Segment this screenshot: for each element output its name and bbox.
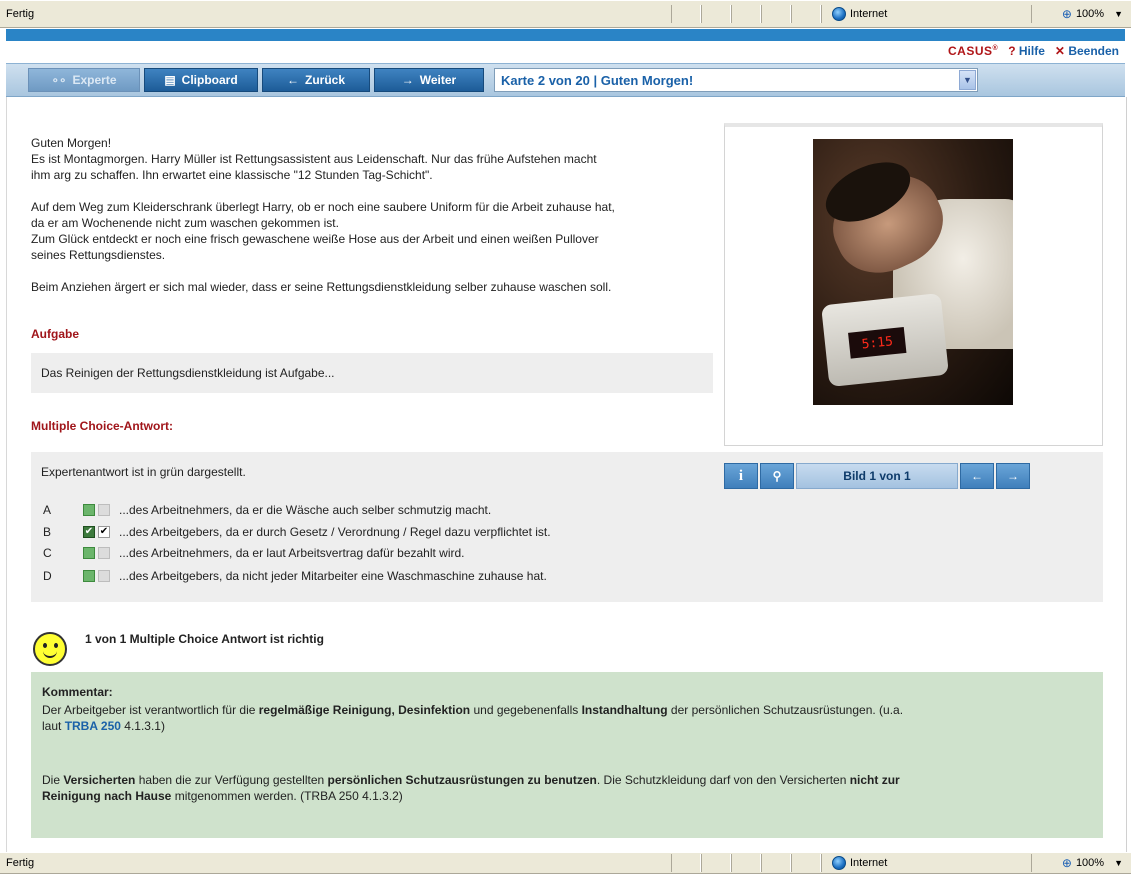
expert-icon: ∘∘ (51, 73, 67, 87)
globe-icon (832, 7, 846, 21)
info-icon: i (738, 467, 744, 484)
magnifier-icon: ⚲ (772, 469, 782, 483)
expert-checkbox-checked: ✔ (83, 526, 95, 538)
clipboard-icon: ▤ (164, 73, 176, 87)
answer-checkbox[interactable] (98, 504, 110, 516)
smiley-icon (33, 632, 67, 666)
answer-checkbox-checked[interactable]: ✔ (98, 526, 110, 538)
case-story: Guten Morgen! Es ist Montagmorgen. Harry… (31, 136, 615, 294)
back-button[interactable]: ← Zurück (262, 68, 370, 92)
comment-box: Kommentar: Der Arbeitgeber ist verantwor… (31, 672, 1103, 838)
security-zone: Internet (821, 854, 1031, 872)
help-icon: ? (1008, 44, 1016, 58)
result-text: 1 von 1 Multiple Choice Antwort ist rich… (85, 632, 324, 646)
zoom-icon: ⊕ (1061, 856, 1072, 870)
mc-option-c[interactable]: C ...des Arbeitnehmers, da er laut Arbei… (43, 544, 465, 562)
chevron-down-icon[interactable]: ▼ (1114, 9, 1123, 19)
arrow-right-icon: → (1007, 469, 1019, 483)
expert-checkbox (83, 570, 95, 582)
comment-title: Kommentar: (42, 685, 113, 699)
zoom-icon: ⊕ (1061, 7, 1072, 21)
mc-title: Multiple Choice-Antwort: (31, 419, 173, 433)
chevron-down-icon[interactable]: ▼ (1114, 858, 1123, 868)
card-select-value: Karte 2 von 20 | Guten Morgen! (501, 72, 694, 88)
arrow-right-icon: → (401, 73, 414, 87)
trba-250-link[interactable]: TRBA 250 (65, 719, 121, 733)
mc-intro: Expertenantwort ist in grün dargestellt. (41, 465, 246, 479)
help-link[interactable]: ? Hilfe (1008, 44, 1045, 58)
comment-paragraph-2: Die Versicherten haben die zur Verfügung… (42, 773, 900, 803)
globe-icon (832, 856, 846, 870)
zoom-control[interactable]: ⊕ 100% ▼ (1031, 854, 1131, 872)
clipboard-button[interactable]: ▤ Clipboard (144, 68, 258, 92)
casus-logo: CASUS® (948, 44, 999, 58)
exit-link[interactable]: ✕ Beenden (1055, 44, 1119, 58)
expert-checkbox (83, 504, 95, 516)
arrow-left-icon: ← (286, 73, 299, 87)
comment-paragraph-1: Der Arbeitgeber ist verantwortlich für d… (42, 703, 904, 733)
status-bar-bottom: Fertig Internet ⊕ 100% ▼ (0, 852, 1131, 874)
task-text: Das Reinigen der Rettungsdienstkleidung … (31, 353, 713, 393)
prev-image-button[interactable]: ← (960, 463, 994, 489)
expert-button[interactable]: ∘∘ Experte (28, 68, 140, 92)
image-toolbar: i ⚲ Bild 1 von 1 ← → (724, 463, 1030, 489)
next-button[interactable]: → Weiter (374, 68, 484, 92)
status-bar-top: Fertig Internet ⊕ 100% ▼ (0, 0, 1131, 28)
expert-checkbox (83, 547, 95, 559)
card-select[interactable]: Karte 2 von 20 | Guten Morgen! ▼ (494, 68, 978, 92)
answer-checkbox[interactable] (98, 570, 110, 582)
task-title: Aufgabe (31, 327, 79, 341)
chevron-down-icon[interactable]: ▼ (959, 70, 976, 90)
brand-row: CASUS® ? Hilfe ✕ Beenden (6, 41, 1125, 61)
case-image-panel: 5:15 (724, 123, 1103, 446)
close-icon: ✕ (1054, 44, 1065, 58)
alarm-clock: 5:15 (821, 292, 949, 388)
app-header-band (6, 29, 1125, 41)
scrollbar[interactable] (1126, 97, 1131, 852)
zoom-control[interactable]: ⊕ 100% ▼ (1031, 5, 1131, 23)
info-button[interactable]: i (724, 463, 758, 489)
mc-option-b[interactable]: B ✔ ✔ ...des Arbeitgebers, da er durch Ge… (43, 523, 551, 541)
mc-option-a[interactable]: A ...des Arbeitnehmers, da er die Wäsche… (43, 501, 491, 519)
arrow-left-icon: ← (971, 469, 983, 483)
answer-checkbox[interactable] (98, 547, 110, 559)
status-text: Fertig (6, 857, 35, 869)
zoom-button[interactable]: ⚲ (760, 463, 794, 489)
status-text: Fertig (6, 8, 35, 20)
case-content: Guten Morgen! Es ist Montagmorgen. Harry… (31, 135, 713, 433)
next-image-button[interactable]: → (996, 463, 1030, 489)
case-photo[interactable]: 5:15 (813, 139, 1013, 405)
main-toolbar: ∘∘ Experte ▤ Clipboard ← Zurück → Weiter Kar… (6, 63, 1125, 97)
security-zone: Internet (821, 5, 1031, 23)
image-counter: Bild 1 von 1 (796, 463, 958, 489)
mc-option-d[interactable]: D ...des Arbeitgebers, da nicht jeder Mi… (43, 567, 547, 585)
